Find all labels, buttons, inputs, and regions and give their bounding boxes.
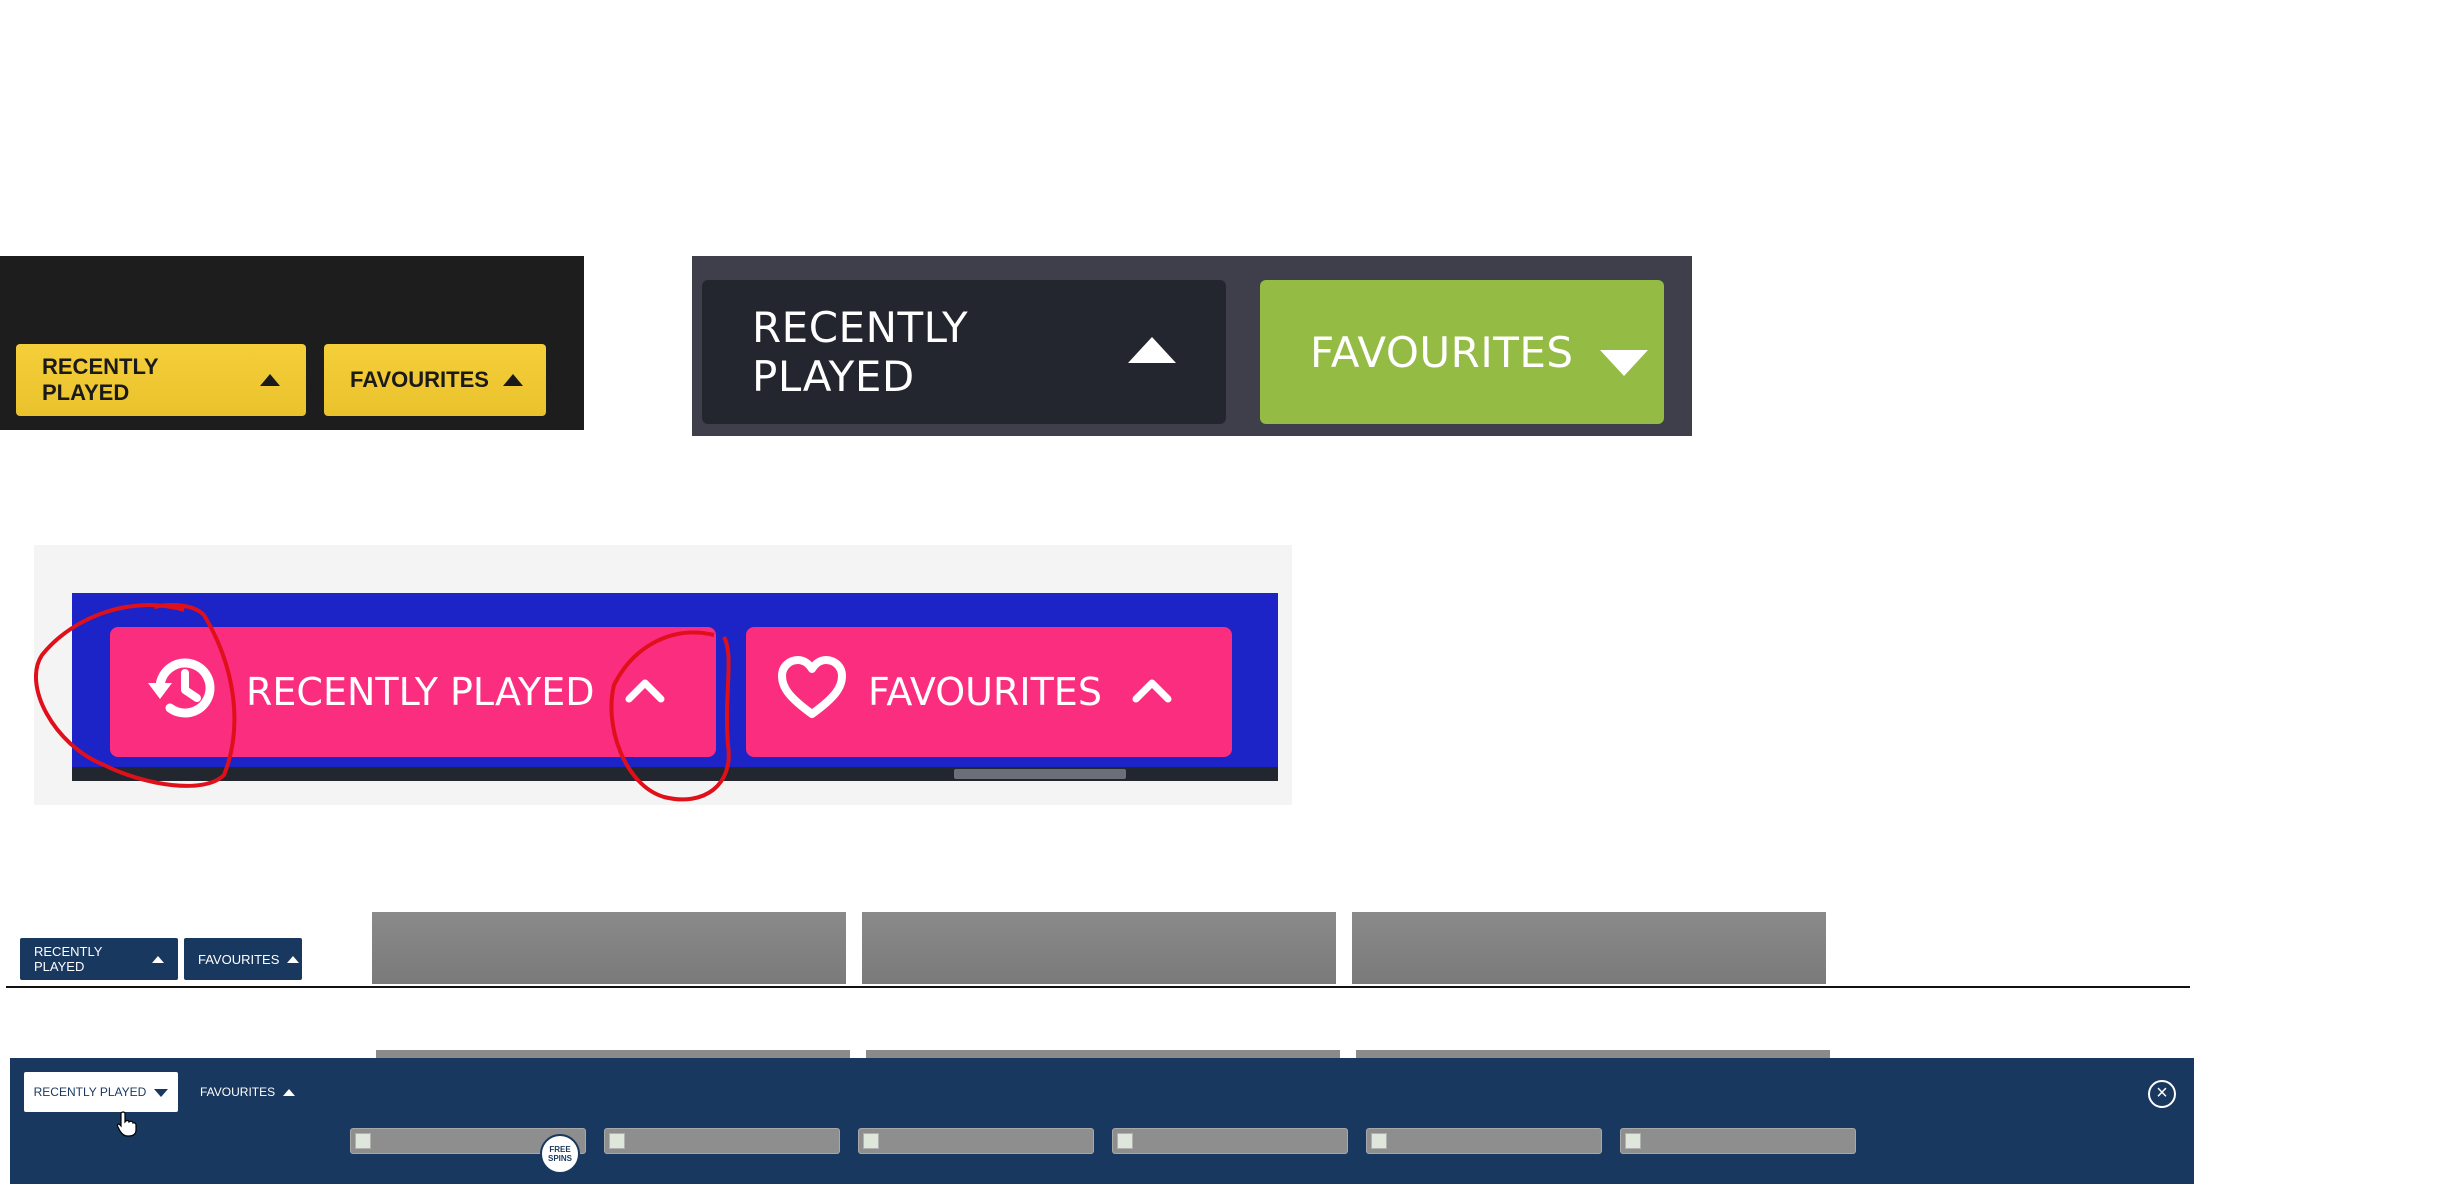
broken-image-icon xyxy=(355,1133,371,1149)
game-thumbnail[interactable] xyxy=(862,912,1336,984)
button-label: RECENTLY PLAYED xyxy=(34,944,103,974)
heart-icon xyxy=(776,655,848,729)
panel-grey-green: RECENTLY PLAYED FAVOURITES xyxy=(692,256,1692,436)
recently-played-drawer: RECENTLY PLAYED FAVOURITES × xyxy=(10,1058,2194,1184)
chevron-up-icon xyxy=(1130,670,1174,714)
broken-image-icon xyxy=(1371,1133,1387,1149)
caret-up-icon xyxy=(260,374,280,386)
game-tile[interactable] xyxy=(1112,1128,1348,1154)
caret-up-icon xyxy=(502,374,523,386)
broken-image-icon xyxy=(1625,1133,1641,1149)
recently-played-button[interactable]: RECENTLY PLAYED xyxy=(702,280,1226,424)
favourites-button[interactable]: FAVOURITES xyxy=(200,1072,296,1112)
panel-blue-pink: RECENTLY PLAYED FAVOURITES xyxy=(34,545,1292,805)
history-icon xyxy=(140,645,226,740)
caret-up-icon xyxy=(152,955,164,963)
recently-played-button[interactable]: RECENTLY PLAYED xyxy=(24,1072,178,1112)
button-label: FAVOURITES xyxy=(198,951,280,967)
caret-up-icon xyxy=(283,1088,296,1096)
button-label: RECENTLY PLAYED xyxy=(752,303,969,401)
button-label: RECENTLY PLAYED xyxy=(33,1085,147,1099)
game-tile[interactable] xyxy=(1366,1128,1602,1154)
panel-dark-yellow: RECENTLY PLAYED FAVOURITES xyxy=(0,256,584,430)
game-tile[interactable] xyxy=(858,1128,1094,1154)
scrollbar-thumb[interactable] xyxy=(954,769,1126,779)
free-spins-badge: FREE SPINS xyxy=(540,1134,580,1174)
button-label: RECENTLY PLAYED xyxy=(246,670,595,714)
badge-label: FREE SPINS xyxy=(547,1145,572,1163)
caret-down-icon xyxy=(154,1089,169,1097)
recently-played-button[interactable]: RECENTLY PLAYED xyxy=(110,627,716,757)
game-tile[interactable] xyxy=(604,1128,840,1154)
close-circle-icon[interactable]: × xyxy=(2148,1080,2176,1108)
game-thumbnail[interactable] xyxy=(1352,912,1826,984)
recently-played-button[interactable]: RECENTLY PLAYED xyxy=(20,938,178,980)
hand-cursor-icon xyxy=(116,1110,138,1143)
broken-image-icon xyxy=(1117,1133,1133,1149)
favourites-button[interactable]: FAVOURITES xyxy=(324,344,546,416)
favourites-button[interactable]: FAVOURITES xyxy=(1260,280,1664,424)
broken-image-icon xyxy=(609,1133,625,1149)
button-label: RECENTLY PLAYED xyxy=(42,354,159,405)
recently-played-button[interactable]: RECENTLY PLAYED xyxy=(16,344,306,416)
button-label: FAVOURITES xyxy=(200,1085,276,1099)
caret-up-icon xyxy=(287,955,300,963)
favourites-button[interactable]: FAVOURITES xyxy=(184,938,302,980)
chevron-up-icon xyxy=(623,670,667,714)
broken-image-icon xyxy=(863,1133,879,1149)
caret-down-icon xyxy=(1599,350,1648,376)
button-label: FAVOURITES xyxy=(1310,327,1574,377)
caret-up-icon xyxy=(1128,337,1176,363)
button-label: FAVOURITES xyxy=(868,670,1102,714)
game-tile[interactable] xyxy=(1620,1128,1856,1154)
panel-navy-thumbs: RECENTLY PLAYED FAVOURITES xyxy=(6,912,2190,988)
favourites-button[interactable]: FAVOURITES xyxy=(746,627,1232,757)
button-label: FAVOURITES xyxy=(350,367,489,392)
game-thumbnail[interactable] xyxy=(372,912,846,984)
